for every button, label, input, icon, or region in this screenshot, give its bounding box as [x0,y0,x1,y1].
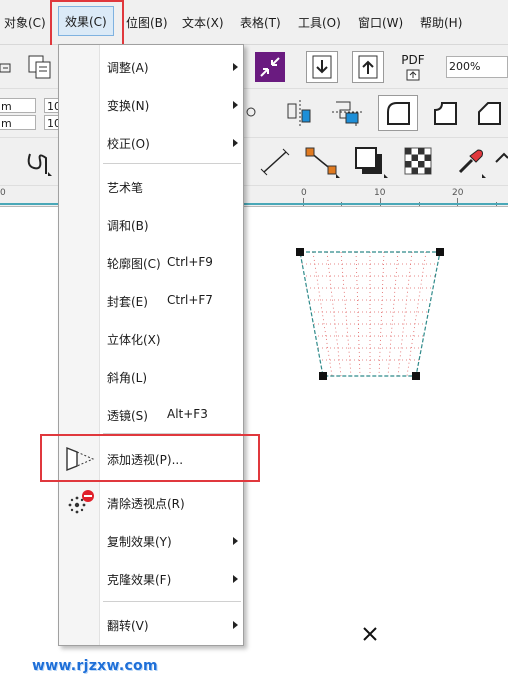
drop-shadow-icon[interactable] [352,144,388,178]
menu-separator [103,601,241,602]
menu-item-label: 封套(E) [107,295,148,309]
menu-item-shortcut: Alt+F3 [167,407,208,421]
corner-chamfer-icon[interactable] [472,97,506,129]
menu-item-bevel[interactable]: 斜角(L) [59,363,243,391]
fill-icon[interactable] [494,148,508,176]
menu-item-copy-effect[interactable]: 复制效果(Y) [59,527,243,555]
menu-item-label: 立体化(X) [107,333,161,347]
menu-text[interactable]: 文本(X) [182,14,224,31]
ruler-label: 0 [0,188,6,198]
publish-pdf-icon[interactable]: PDF [396,49,430,85]
menu-bar: 对象(C) 效果(C) 位图(B) 文本(X) 表格(T) 工具(O) 窗口(W… [0,0,508,45]
menu-item-shortcut: Ctrl+F7 [167,293,213,307]
menu-item-clone-effect[interactable]: 克隆效果(F) [59,565,243,593]
collapse-arrows-icon[interactable] [255,52,285,82]
dimension-icon[interactable] [258,146,292,178]
menu-item-envelope[interactable]: 封套(E) Ctrl+F7 [59,287,243,315]
menu-item-adjust[interactable]: 调整(A) [59,53,243,81]
x-marker-icon [362,626,378,642]
export-icon[interactable] [352,51,384,83]
freehand-curve-icon[interactable] [22,146,52,178]
menu-item-label: 翻转(V) [107,619,149,633]
menu-separator [103,163,241,164]
corner-scallop-icon[interactable] [428,97,462,129]
connector-icon[interactable] [302,144,340,178]
menu-item-contour[interactable]: 轮廓图(C) Ctrl+F9 [59,249,243,277]
transparency-icon[interactable] [402,146,434,176]
pdf-label: PDF [401,52,425,67]
zoom-level-input[interactable]: 200% [446,56,508,78]
submenu-arrow-icon [233,575,238,583]
menu-item-flip[interactable]: 翻转(V) [59,611,243,639]
menu-item-label: 复制效果(Y) [107,535,172,549]
menu-bitmap[interactable]: 位图(B) [126,14,168,31]
menu-item-label: 校正(O) [107,137,150,151]
perspective-shape[interactable] [290,244,450,384]
menu-item-label: 清除透视点(R) [107,497,185,511]
path-node-icon[interactable] [330,98,364,128]
menu-help[interactable]: 帮助(H) [420,14,462,31]
menu-object[interactable]: 对象(C) [4,14,46,31]
menu-window[interactable]: 窗口(W) [358,14,403,31]
add-perspective-icon [65,446,95,472]
menu-item-transform[interactable]: 变换(N) [59,91,243,119]
eyedropper-icon[interactable] [454,144,486,178]
menu-item-artistic-media[interactable]: 艺术笔 [59,173,243,201]
align-icon[interactable] [284,98,316,128]
menu-item-clear-perspective[interactable]: 清除透视点(R) [59,489,243,517]
ruler-label: 20 [452,188,464,198]
menu-item-lens[interactable]: 透镜(S) Alt+F3 [59,401,243,429]
menu-tools[interactable]: 工具(O) [298,14,341,31]
copy-properties-icon[interactable] [26,53,54,81]
menu-item-add-perspective[interactable]: 添加透视(P)... [59,445,243,473]
submenu-arrow-icon [233,101,238,109]
menu-item-label: 艺术笔 [107,181,144,195]
menu-item-label: 调整(A) [107,61,149,75]
menu-item-label: 透镜(S) [107,409,148,423]
menu-item-shortcut: Ctrl+F9 [167,255,213,269]
site-watermark: www.rjzxw.com [32,658,158,674]
menu-item-label: 克隆效果(F) [107,573,172,587]
menu-item-extrude[interactable]: 立体化(X) [59,325,243,353]
menu-table[interactable]: 表格(T) [240,14,281,31]
arrange-icon[interactable] [0,55,14,79]
submenu-arrow-icon [233,621,238,629]
ruler-label: 10 [374,188,386,198]
submenu-arrow-icon [233,537,238,545]
corner-round-icon[interactable] [378,95,418,131]
menu-separator [103,433,241,434]
menu-item-label: 变换(N) [107,99,150,113]
menu-effects[interactable]: 效果(C) [58,6,114,36]
menu-item-blend[interactable]: 调和(B) [59,211,243,239]
menu-item-label: 斜角(L) [107,371,148,385]
menu-item-correction[interactable]: 校正(O) [59,129,243,157]
submenu-arrow-icon [233,139,238,147]
ruler-label: 0 [301,188,307,198]
import-icon[interactable] [306,51,338,83]
clear-perspective-icon [65,489,95,517]
height-unit-field[interactable]: m [0,115,36,130]
width-unit-field[interactable]: m [0,98,36,113]
submenu-arrow-icon [233,63,238,71]
menu-item-label: 轮廓图(C) [107,257,161,271]
effects-dropdown-menu: 调整(A) 变换(N) 校正(O) 艺术笔 调和(B) 轮廓图(C) Ctrl+… [58,44,244,646]
menu-item-label: 调和(B) [107,219,149,233]
node-icon[interactable] [244,105,258,119]
menu-item-label: 添加透视(P)... [107,453,184,467]
